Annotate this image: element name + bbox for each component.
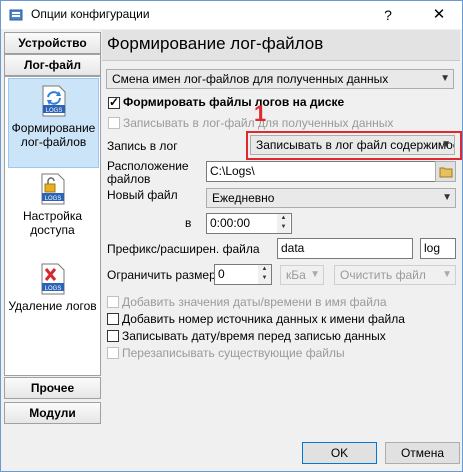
- svg-text:LOGS: LOGS: [44, 196, 61, 202]
- mode-combo[interactable]: Смена имен лог-файлов для полученных дан…: [106, 69, 454, 89]
- new-file-combo[interactable]: Ежедневно ▼: [206, 188, 456, 208]
- spin-up-icon[interactable]: ▲: [277, 214, 290, 223]
- logs-lock-icon: LOGS: [41, 173, 64, 205]
- chevron-down-icon: ▼: [441, 139, 451, 150]
- form-logs-label: Формировать файлы логов на диске: [123, 95, 345, 109]
- location-label: Расположение файлов: [107, 159, 189, 186]
- main-panel: Формирование лог-файлов Смена имен лог-ф…: [102, 30, 462, 426]
- clear-mode-combo[interactable]: Очистить файл ▼: [334, 265, 456, 285]
- prefix-label: Префикс/расширен. файла: [107, 242, 260, 256]
- chevron-down-icon: ▼: [442, 269, 452, 280]
- browse-folder-button[interactable]: [435, 161, 456, 182]
- mode-combo-value: Смена имен лог-файлов для полученных дан…: [112, 72, 389, 86]
- option-timestamp-checkbox[interactable]: [107, 330, 119, 342]
- chevron-down-icon: ▼: [310, 269, 320, 280]
- option-overwrite-checkbox[interactable]: [107, 347, 119, 359]
- svg-text:LOGS: LOGS: [45, 108, 62, 114]
- cancel-button[interactable]: Отмена: [385, 442, 460, 464]
- location-input[interactable]: C:\Logs\: [206, 161, 436, 182]
- page-title: Формирование лог-файлов: [107, 34, 324, 53]
- new-file-label: Новый файл: [107, 188, 178, 202]
- write-received-checkbox[interactable]: [108, 117, 120, 129]
- page-header: Формирование лог-файлов: [102, 30, 460, 61]
- spin-up-icon[interactable]: ▲: [258, 265, 271, 274]
- sidebar: Устройство Лог-файл LOGS Формирование ло…: [2, 30, 101, 426]
- sidebar-panel: LOGS Формирование лог-файлов LOGS Настро…: [4, 76, 101, 376]
- limit-size-spinner[interactable]: ▲ ▼: [258, 265, 271, 284]
- option-timestamp-label: Записывать дату/время перед записью данн…: [122, 329, 386, 343]
- svg-text:LOGS: LOGS: [44, 286, 61, 292]
- option-overwrite-label: Перезаписывать существующие файлы: [122, 346, 345, 360]
- sidebar-item-log-formation-label: Формирование лог-файлов: [11, 121, 96, 149]
- size-unit-value: кБа: [286, 268, 306, 282]
- sidebar-other-button[interactable]: Прочее: [4, 377, 101, 399]
- spin-down-icon[interactable]: ▼: [277, 223, 290, 232]
- option-date-time-checkbox[interactable]: [107, 296, 119, 308]
- window-title: Опции конфигурации: [31, 7, 150, 21]
- option-date-time-label: Добавить значения даты/времени в имя фай…: [122, 295, 387, 309]
- prefix-input[interactable]: data: [277, 238, 413, 259]
- sidebar-logfile-button[interactable]: Лог-файл: [4, 54, 101, 76]
- help-button[interactable]: ?: [373, 4, 403, 26]
- clear-mode-value: Очистить файл: [340, 268, 426, 282]
- sidebar-item-delete-label: Удаление логов: [8, 299, 97, 313]
- sidebar-modules-button[interactable]: Модули: [4, 402, 101, 424]
- logs-refresh-icon: LOGS: [42, 85, 65, 117]
- write-to-log-combo[interactable]: Записывать в лог файл содержимое ▼: [250, 135, 455, 155]
- form-logs-checkbox[interactable]: [108, 95, 120, 109]
- logs-delete-icon: LOGS: [41, 263, 64, 295]
- new-file-value: Ежедневно: [212, 191, 275, 205]
- chevron-down-icon: ▼: [440, 73, 450, 84]
- annotation-number: 1: [254, 101, 267, 126]
- sidebar-item-log-formation[interactable]: LOGS Формирование лог-файлов: [8, 78, 99, 168]
- spin-down-icon[interactable]: ▼: [258, 274, 271, 283]
- close-button[interactable]: ✕: [421, 4, 457, 26]
- time-spinner[interactable]: ▲ ▼: [277, 214, 290, 233]
- option-source-number-checkbox[interactable]: [107, 313, 119, 325]
- title-bar: Опции конфигурации ? ✕: [1, 1, 462, 29]
- size-unit-combo[interactable]: кБа ▼: [280, 265, 324, 285]
- sidebar-item-access-label: Настройка доступа: [22, 209, 83, 237]
- sidebar-device-button[interactable]: Устройство: [4, 32, 101, 54]
- limit-size-label: Ограничить размер: [107, 268, 216, 282]
- sidebar-item-delete[interactable]: LOGS Удаление логов: [8, 257, 97, 337]
- chevron-down-icon: ▼: [442, 192, 452, 203]
- option-source-number-label: Добавить номер источника данных к имени …: [122, 312, 405, 326]
- write-to-log-value: Записывать в лог файл содержимое: [256, 138, 455, 152]
- app-icon: [9, 9, 23, 21]
- folder-icon: [439, 167, 452, 178]
- options-dialog: Опции конфигурации ? ✕ Устройство Лог-фа…: [0, 0, 463, 472]
- at-label: в: [185, 216, 192, 230]
- sidebar-item-access[interactable]: LOGS Настройка доступа: [8, 167, 97, 255]
- extension-input[interactable]: log: [420, 238, 456, 259]
- write-to-log-label: Запись в лог: [107, 139, 178, 153]
- ok-button[interactable]: OK: [302, 442, 377, 464]
